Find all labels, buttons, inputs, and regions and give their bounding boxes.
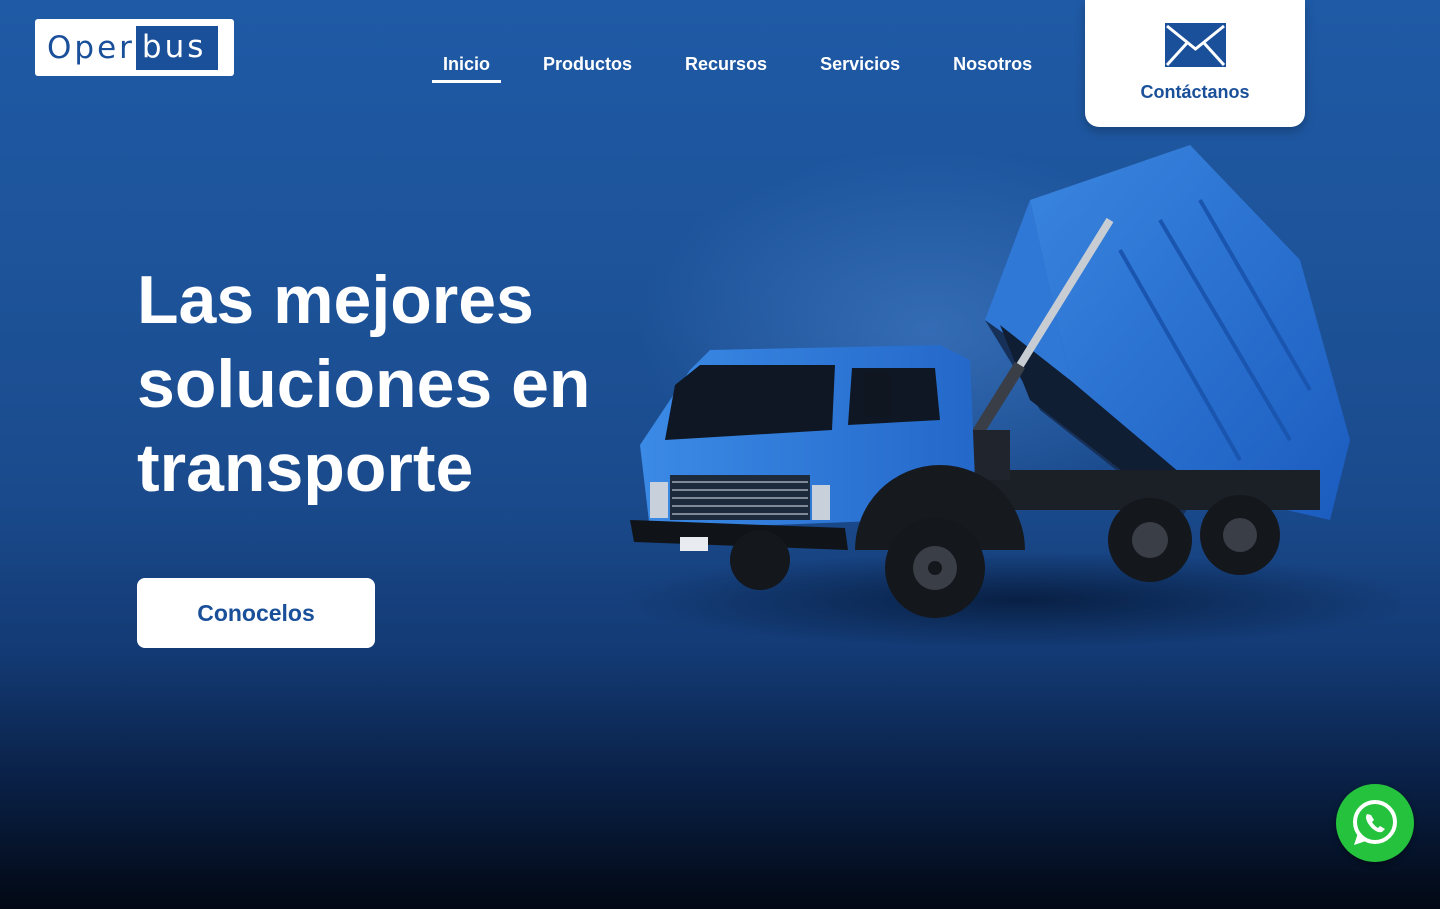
whatsapp-icon bbox=[1353, 800, 1397, 845]
mail-icon bbox=[1164, 23, 1226, 67]
main-nav: Inicio Productos Recursos Servicios Noso… bbox=[432, 54, 1043, 83]
contact-button[interactable]: Contáctanos bbox=[1085, 0, 1305, 127]
logo-text-bus: bus bbox=[135, 25, 219, 70]
nav-item-productos[interactable]: Productos bbox=[532, 54, 643, 83]
hero-title-line-1: Las mejores bbox=[137, 262, 534, 338]
nav-item-recursos[interactable]: Recursos bbox=[674, 54, 778, 83]
whatsapp-button[interactable] bbox=[1336, 784, 1414, 862]
nav-item-servicios[interactable]: Servicios bbox=[809, 54, 911, 83]
brand-logo[interactable]: Oper bus bbox=[35, 19, 234, 76]
nav-item-nosotros[interactable]: Nosotros bbox=[942, 54, 1043, 83]
hero-title-line-2: soluciones en bbox=[137, 346, 591, 422]
logo-text-oper: Oper bbox=[47, 29, 135, 66]
contact-label: Contáctanos bbox=[1140, 82, 1250, 102]
nav-item-inicio[interactable]: Inicio bbox=[432, 54, 502, 83]
hero-title: Las mejores soluciones en transporte bbox=[137, 258, 657, 510]
dump-truck-image bbox=[620, 145, 1400, 648]
hero-title-line-3: transporte bbox=[137, 430, 474, 506]
conocelos-button[interactable]: Conocelos bbox=[137, 578, 375, 648]
